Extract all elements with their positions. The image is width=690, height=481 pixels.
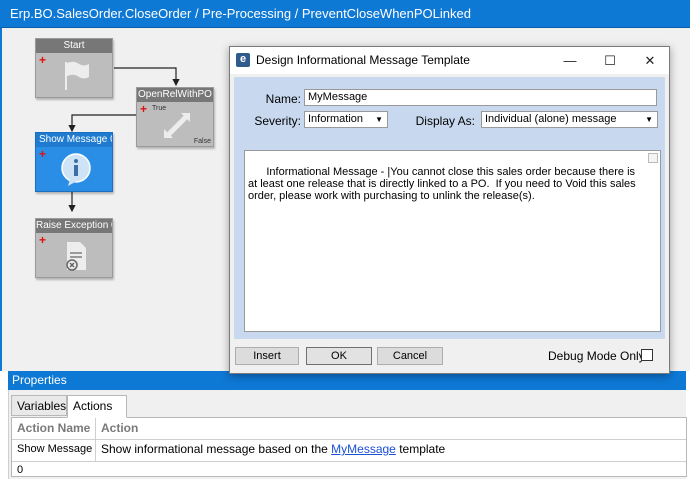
scroll-corner xyxy=(648,153,658,163)
cell-action-name: Show Message 0 xyxy=(12,439,96,476)
add-icon[interactable]: + xyxy=(39,148,46,160)
severity-select[interactable]: Information ▼ xyxy=(304,111,388,128)
node-raise-exception[interactable]: Raise Exception 0 + xyxy=(35,218,113,278)
action-text-prefix: Show informational message based on the xyxy=(101,442,328,456)
name-label: Name: xyxy=(265,92,301,106)
mymessage-link[interactable]: MyMessage xyxy=(331,442,396,456)
display-as-label: Display As: xyxy=(415,114,475,128)
node-openrelwithpo[interactable]: OpenRelWithPO + True False xyxy=(136,87,214,147)
dropdown-arrow-icon: ▼ xyxy=(375,115,383,124)
actions-table: Action Name Action Show Message 0 Show i… xyxy=(11,417,687,477)
node-openrel-label: OpenRelWithPO xyxy=(137,88,213,102)
dialog-content: Name: MyMessage Severity: Information ▼ … xyxy=(234,77,665,339)
node-show-label: Show Message 0 xyxy=(36,133,112,147)
tab-variables[interactable]: Variables xyxy=(11,395,67,416)
add-icon[interactable]: + xyxy=(39,54,46,66)
cell-action: Show informational message based on the … xyxy=(96,439,686,461)
dropdown-arrow-icon: ▼ xyxy=(645,115,653,124)
message-textarea[interactable]: Informational Message - |You cannot clos… xyxy=(244,150,661,332)
action-text-suffix: template xyxy=(399,442,446,456)
node-start-label: Start xyxy=(36,39,112,53)
app-logo-icon: e xyxy=(236,53,250,67)
header-action-name[interactable]: Action Name xyxy=(12,418,96,439)
minimize-button[interactable]: — xyxy=(550,47,590,74)
severity-label: Severity: xyxy=(254,114,301,128)
node-raise-label: Raise Exception 0 xyxy=(36,219,112,233)
add-icon[interactable]: + xyxy=(39,234,46,246)
header-action[interactable]: Action xyxy=(96,418,686,439)
maximize-button[interactable]: ☐ xyxy=(590,47,630,74)
window-title-bar: Erp.BO.SalesOrder.CloseOrder / Pre-Proce… xyxy=(0,0,690,28)
message-text: Informational Message - |You cannot clos… xyxy=(248,166,639,202)
false-branch-label: False xyxy=(193,138,211,145)
debug-mode-checkbox[interactable] xyxy=(641,349,653,361)
condition-arrows-icon xyxy=(164,113,190,138)
info-bubble-icon xyxy=(61,153,91,186)
display-as-value: Individual (alone) message xyxy=(485,113,617,125)
properties-title: Properties xyxy=(12,373,67,387)
node-start[interactable]: Start + xyxy=(35,38,113,98)
table-header: Action Name Action xyxy=(12,418,686,440)
properties-panel: Variables Actions Action Name Action Sho… xyxy=(8,390,687,479)
severity-value: Information xyxy=(308,113,364,125)
debug-mode-label: Debug Mode Only: xyxy=(548,349,649,363)
close-button[interactable]: ✕ xyxy=(630,47,670,74)
table-row[interactable]: Show Message 0 Show informational messag… xyxy=(12,439,686,476)
design-message-dialog: e Design Informational Message Template … xyxy=(229,46,670,374)
node-show-message[interactable]: Show Message 0 + xyxy=(35,132,113,192)
insert-button[interactable]: Insert xyxy=(235,347,299,365)
display-as-select[interactable]: Individual (alone) message ▼ xyxy=(481,111,658,128)
name-input[interactable]: MyMessage xyxy=(304,89,657,106)
dialog-title: Design Informational Message Template xyxy=(256,53,470,67)
add-icon[interactable]: + xyxy=(140,103,147,115)
ok-button[interactable]: OK xyxy=(306,347,372,365)
tab-actions[interactable]: Actions xyxy=(67,395,127,418)
flag-icon xyxy=(65,61,89,90)
window-title: Erp.BO.SalesOrder.CloseOrder / Pre-Proce… xyxy=(10,6,471,21)
dialog-title-bar: e Design Informational Message Template … xyxy=(230,47,669,74)
cancel-button[interactable]: Cancel xyxy=(377,347,443,365)
document-error-icon xyxy=(66,242,86,271)
